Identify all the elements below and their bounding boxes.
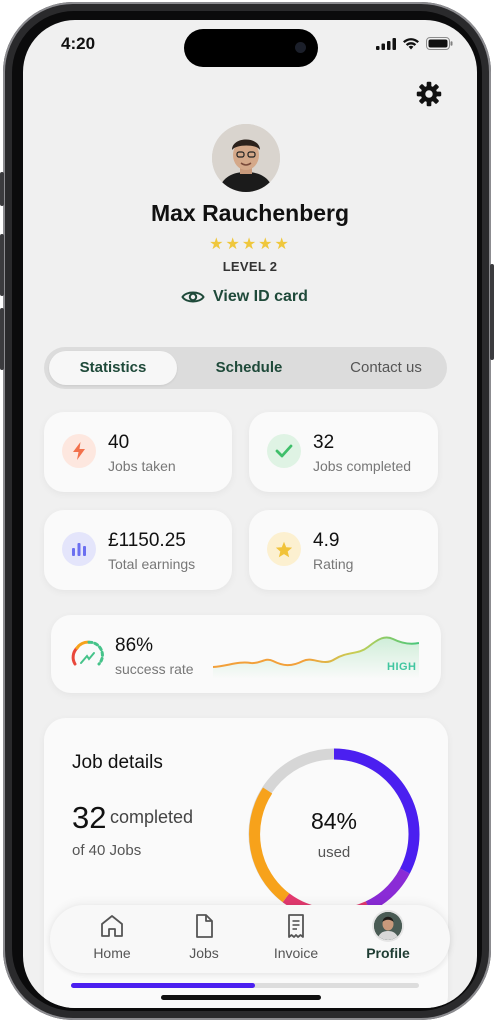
tab-contact-us[interactable]: Contact us: [331, 351, 441, 385]
volume-down-button: [0, 308, 4, 370]
bar-chart-icon: [62, 532, 96, 566]
usage-percent: 84%: [310, 808, 358, 834]
status-time: 4:20: [61, 34, 96, 53]
stat-value: 32: [313, 432, 335, 453]
jobs-completed-suffix: completed: [110, 807, 194, 827]
nav-home-label: Home: [93, 945, 131, 961]
gauge-icon: [71, 640, 104, 666]
nav-jobs-label: Jobs: [189, 945, 219, 961]
camera-icon: [295, 42, 306, 53]
scroll-progress-bar: [71, 983, 419, 988]
stat-card-rating[interactable]: 4.9 Rating: [249, 510, 438, 590]
tab-statistics[interactable]: Statistics: [49, 351, 177, 385]
stat-card-jobs-taken[interactable]: 40 Jobs taken: [44, 412, 232, 492]
profile-avatar: [212, 124, 280, 192]
nav-jobs[interactable]: Jobs: [164, 913, 244, 969]
job-details-title: Job details: [72, 752, 163, 773]
phone-frame: 4:20 Max Rauchenberg ★★★★★ LEVEL 2 View …: [0, 2, 494, 1020]
home-icon: [101, 915, 123, 937]
nav-home[interactable]: Home: [72, 913, 152, 969]
star-icon: [267, 532, 301, 566]
view-id-card-link[interactable]: View ID card: [181, 288, 308, 306]
segment-tabs: Statistics Schedule Contact us: [44, 347, 447, 389]
volume-up-button: [0, 234, 4, 296]
success-rate-card[interactable]: 86% success rate HIGH: [51, 615, 441, 693]
stat-value: £1150.25: [108, 530, 186, 551]
scroll-progress-fill: [71, 983, 256, 988]
avatar-icon: [374, 912, 402, 940]
app-screen: 4:20 Max Rauchenberg ★★★★★ LEVEL 2 View …: [23, 20, 477, 1008]
stat-value: 40: [108, 432, 130, 453]
view-id-card-label: View ID card: [213, 288, 308, 305]
nav-profile-label: Profile: [366, 945, 410, 961]
lightning-icon: [62, 434, 96, 468]
mute-switch: [0, 172, 4, 206]
usage-label: used: [317, 844, 351, 861]
nav-profile[interactable]: Profile: [348, 912, 428, 969]
stat-value: 4.9: [313, 530, 340, 551]
success-level-badge: HIGH: [387, 661, 417, 673]
stat-label: Jobs completed: [313, 458, 412, 474]
nav-invoice-label: Invoice: [273, 945, 319, 961]
nav-invoice[interactable]: Invoice: [256, 913, 336, 969]
power-button: [490, 264, 494, 360]
status-icons: [376, 37, 453, 50]
stat-card-jobs-completed[interactable]: 32 Jobs completed: [249, 412, 438, 492]
bottom-navigation: Home Jobs Invoice Profile: [50, 905, 450, 973]
rating-stars: ★★★★★: [209, 236, 291, 253]
battery-icon: [426, 37, 453, 50]
document-icon: [196, 914, 213, 938]
stat-label: Rating: [313, 556, 354, 572]
level-label: LEVEL 2: [222, 259, 278, 274]
stat-card-total-earnings[interactable]: £1150.25 Total earnings: [44, 510, 232, 590]
success-rate-label: success rate: [115, 661, 194, 677]
jobs-total-text: of 40 Jobs: [72, 842, 142, 859]
wifi-icon: [403, 38, 419, 50]
jobs-completed-count: 32: [72, 800, 107, 835]
profile-name: Max Rauchenberg: [150, 200, 350, 226]
home-indicator[interactable]: [161, 995, 321, 1000]
avatar-portrait-icon: [212, 124, 280, 192]
signal-icon: [376, 37, 396, 50]
stat-label: Total earnings: [108, 556, 196, 572]
success-rate-value: 86%: [115, 635, 154, 656]
eye-icon: [181, 291, 205, 303]
check-icon: [267, 434, 301, 468]
tab-schedule[interactable]: Schedule: [194, 351, 304, 385]
stat-label: Jobs taken: [108, 458, 176, 474]
settings-gear-icon[interactable]: [415, 80, 443, 108]
receipt-icon: [288, 914, 304, 938]
dynamic-island: [184, 29, 318, 67]
